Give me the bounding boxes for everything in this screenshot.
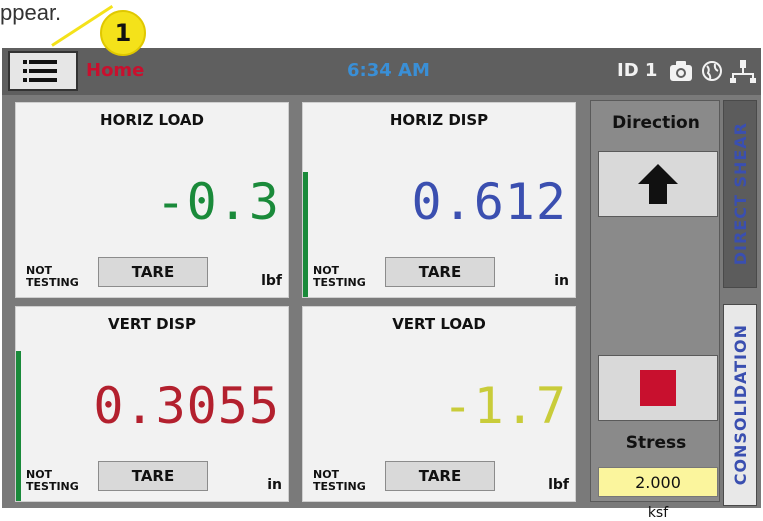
- tare-button[interactable]: TARE: [98, 257, 208, 287]
- tab-label: CONSOLIDATION: [730, 324, 750, 486]
- tab-label: DIRECT SHEAR: [730, 122, 750, 266]
- unit-label: lbf: [548, 477, 569, 493]
- tab-direct-shear[interactable]: DIRECT SHEAR: [723, 100, 757, 288]
- caption-text: ppear.: [0, 0, 62, 25]
- unit-label: in: [267, 477, 282, 493]
- unit-label: lbf: [261, 273, 282, 289]
- panel-value: -1.7: [442, 377, 567, 435]
- callout-badge: 1: [100, 10, 146, 56]
- stop-icon: [640, 370, 676, 406]
- tare-button[interactable]: TARE: [98, 461, 208, 491]
- vert-load-panel: VERT LOAD -1.7 NOT TESTING TARE lbf: [302, 306, 576, 502]
- direction-title: Direction: [612, 113, 700, 133]
- panel-value: 0.3055: [93, 377, 280, 435]
- horiz-load-panel: HORIZ LOAD -0.3 NOT TESTING TARE lbf: [15, 102, 289, 298]
- status-text: NOT TESTING: [26, 264, 79, 289]
- stress-label: Stress: [625, 433, 687, 453]
- status-bar: [16, 351, 21, 501]
- panel-title: HORIZ DISP: [389, 111, 489, 129]
- stress-unit: ksf: [647, 505, 669, 521]
- hamburger-menu-icon: [23, 60, 57, 82]
- status-bar: [303, 172, 308, 297]
- panel-title: VERT LOAD: [392, 315, 486, 333]
- tab-consolidation[interactable]: CONSOLIDATION: [723, 304, 757, 506]
- tare-button[interactable]: TARE: [385, 257, 495, 287]
- menu-button[interactable]: [8, 51, 78, 91]
- status-text: NOT TESTING: [313, 468, 366, 493]
- arrow-up-icon: [638, 164, 678, 204]
- vert-disp-panel: VERT DISP 0.3055 NOT TESTING TARE in: [15, 306, 289, 502]
- camera-icon[interactable]: [668, 58, 694, 84]
- tare-button[interactable]: TARE: [385, 461, 495, 491]
- horiz-disp-panel: HORIZ DISP 0.612 NOT TESTING TARE in: [302, 102, 576, 298]
- status-text: NOT TESTING: [313, 264, 366, 289]
- control-sidepanel: Direction Stress 2.000 ksf: [590, 100, 720, 521]
- clock-time: 6:34 AM: [347, 60, 430, 81]
- panel-title: VERT DISP: [107, 315, 196, 333]
- panel-value: -0.3: [155, 173, 280, 231]
- direction-button[interactable]: [598, 151, 718, 217]
- unit-label: in: [554, 273, 569, 289]
- panel-title: HORIZ LOAD: [100, 111, 204, 129]
- device-id: ID 1: [617, 60, 658, 81]
- panel-value: 0.612: [411, 173, 567, 231]
- page-title: Home: [86, 60, 145, 81]
- stop-button[interactable]: [598, 355, 718, 421]
- network-icon[interactable]: [730, 58, 756, 84]
- status-text: NOT TESTING: [26, 468, 79, 493]
- globe-icon[interactable]: [701, 58, 723, 84]
- stress-input[interactable]: 2.000: [598, 467, 718, 497]
- device-screen: Home 6:34 AM ID 1 HORIZ LOAD -0.3 NOT TE…: [2, 48, 761, 521]
